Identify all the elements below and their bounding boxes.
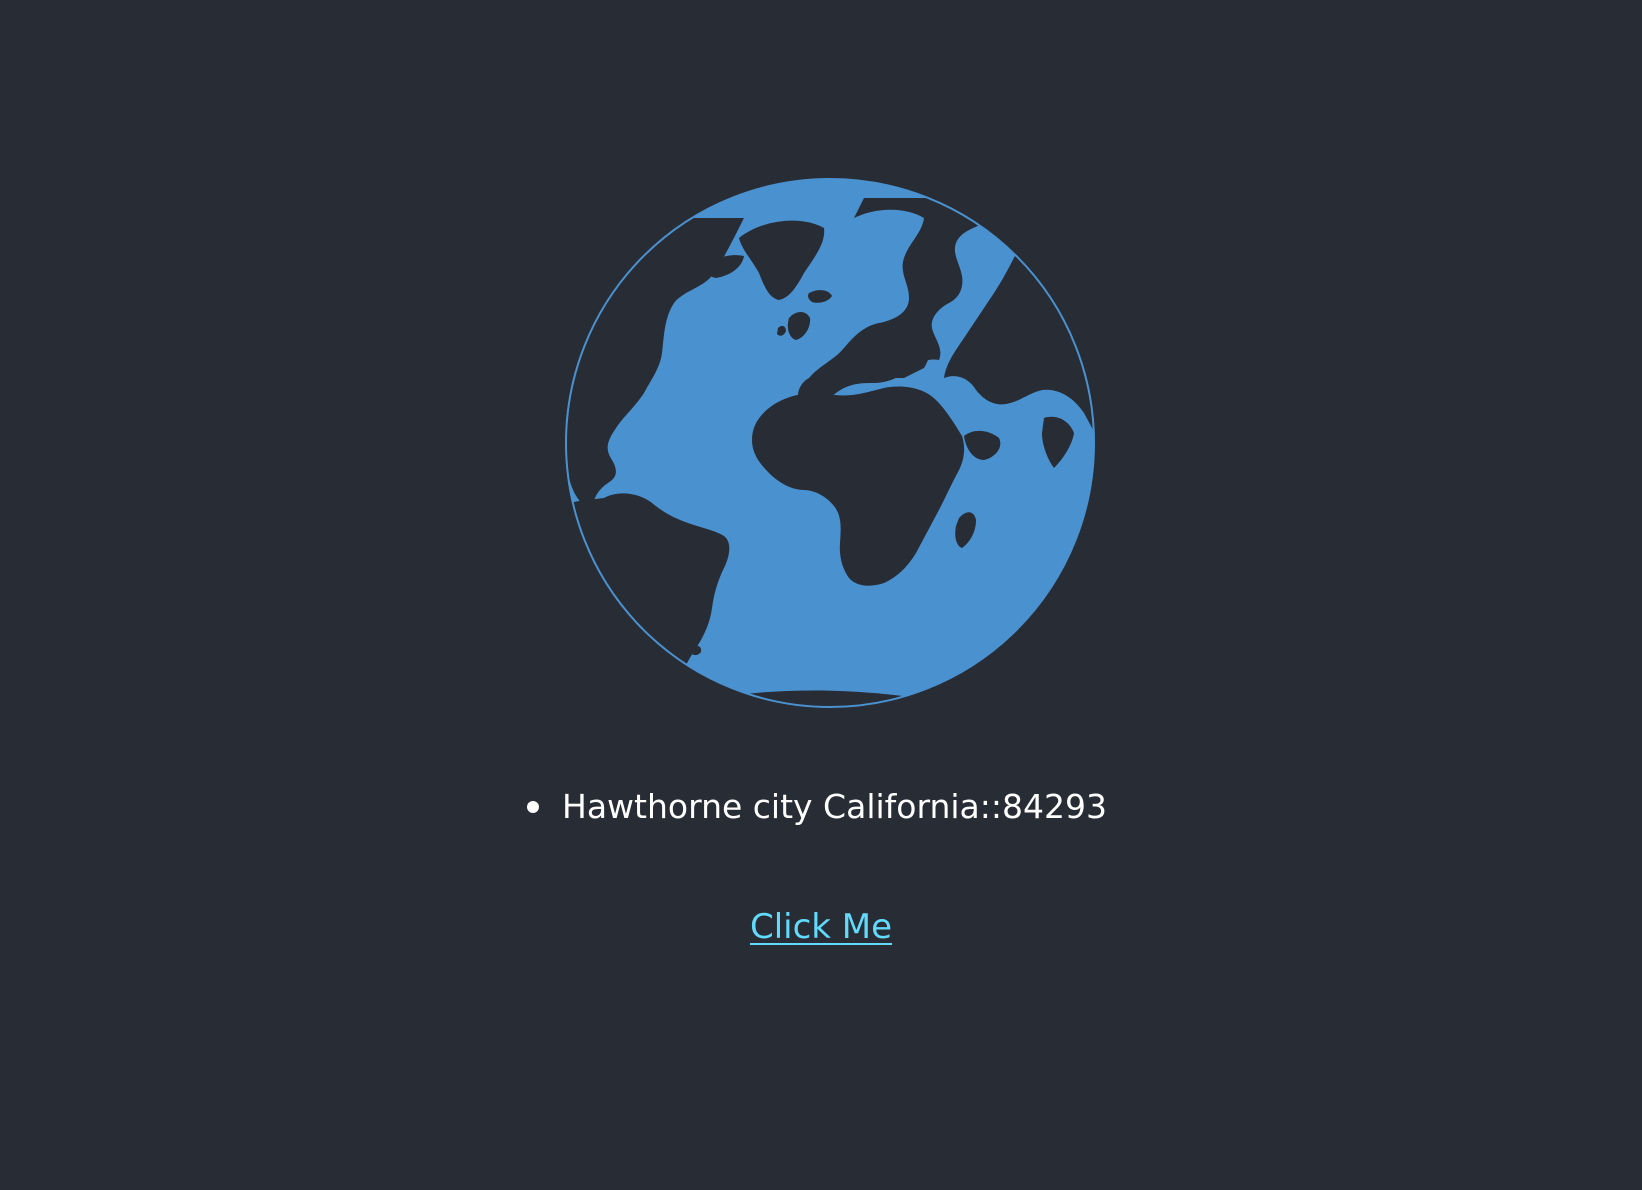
list-item: Hawthorne city California::84293	[527, 782, 1107, 832]
location-list: Hawthorne city California::84293	[0, 782, 1642, 832]
click-me-link[interactable]: Click Me	[750, 907, 892, 947]
bullet-icon	[527, 801, 540, 813]
location-label: Hawthorne city California::84293	[562, 787, 1107, 826]
link-row: Click Me	[0, 902, 1642, 952]
antarctica-edge	[684, 690, 1004, 707]
app-root: Hawthorne city California::84293 Click M…	[0, 0, 1642, 1190]
earth-globe-icon	[564, 178, 1096, 708]
